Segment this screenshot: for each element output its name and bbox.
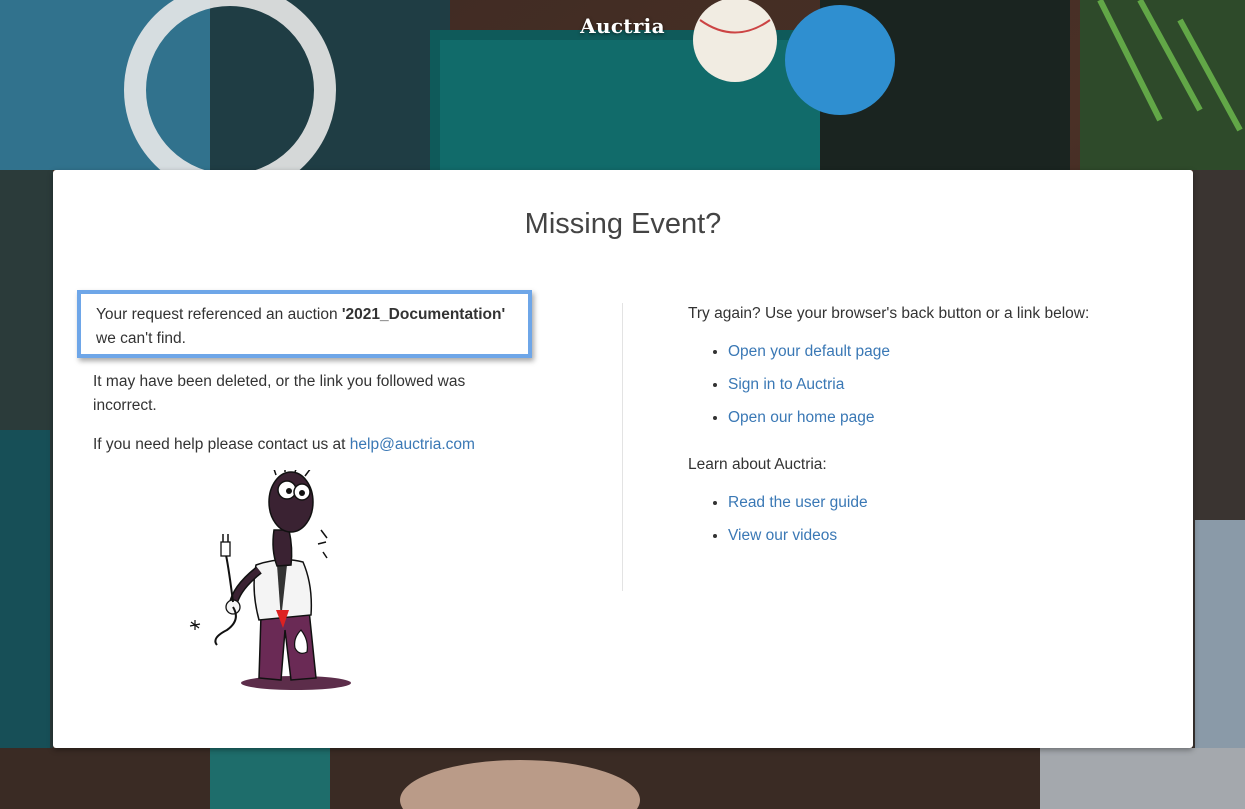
navigation-links-list: Open your default page Sign in to Auctri… xyxy=(688,340,1108,430)
left-column: Your request referenced an auction '2021… xyxy=(77,290,533,457)
notice-prefix: Your request referenced an auction xyxy=(96,306,342,323)
learn-heading: Learn about Auctria: xyxy=(688,456,827,473)
sign-in-link[interactable]: Sign in to Auctria xyxy=(728,376,844,393)
list-item: Sign in to Auctria xyxy=(728,373,1108,397)
try-again-text: Try again? Use your browser's back butto… xyxy=(688,305,1090,322)
help-text: If you need help please contact us at he… xyxy=(93,433,533,457)
auction-name: '2021_Documentation' xyxy=(341,306,506,323)
list-item: View our videos xyxy=(728,524,1108,548)
open-home-page-link[interactable]: Open our home page xyxy=(728,409,875,426)
brand-title: Auctria xyxy=(580,14,665,38)
list-item: Read the user guide xyxy=(728,491,1108,515)
deleted-explanation: It may have been deleted, or the link yo… xyxy=(93,373,466,414)
column-divider xyxy=(622,303,623,591)
notice-suffix: we can't find. xyxy=(96,330,186,347)
help-prefix: If you need help please contact us at xyxy=(93,436,350,453)
user-guide-link[interactable]: Read the user guide xyxy=(728,494,868,511)
missing-auction-notice: Your request referenced an auction '2021… xyxy=(77,290,532,358)
learn-links-list: Read the user guide View our videos xyxy=(688,491,1108,548)
confused-man-illustration xyxy=(181,463,351,695)
missing-event-card: Missing Event? Your request referenced a… xyxy=(53,170,1193,748)
videos-link[interactable]: View our videos xyxy=(728,527,837,544)
page-title: Missing Event? xyxy=(524,208,722,240)
help-email-link[interactable]: help@auctria.com xyxy=(350,436,475,453)
list-item: Open our home page xyxy=(728,406,1108,430)
open-default-page-link[interactable]: Open your default page xyxy=(728,343,890,360)
right-column: Try again? Use your browser's back butto… xyxy=(688,302,1108,557)
list-item: Open your default page xyxy=(728,340,1108,364)
